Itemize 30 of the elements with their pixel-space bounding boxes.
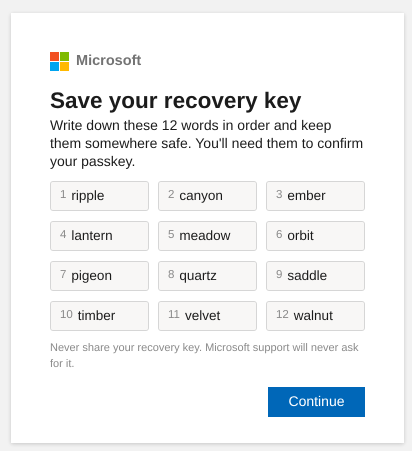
continue-button[interactable]: Continue — [268, 386, 365, 417]
heading: Save your recovery key — [50, 86, 302, 114]
recovery-word: pigeon — [71, 266, 112, 285]
recovery-word: orbit — [287, 226, 314, 245]
word-number: 9 — [276, 268, 282, 284]
word-number: 11 — [168, 308, 180, 324]
word-number: 10 — [60, 308, 73, 324]
word-number: 7 — [60, 268, 66, 284]
recovery-word: ember — [287, 186, 326, 205]
recovery-word: quartz — [179, 266, 217, 285]
word-number: 12 — [276, 308, 289, 324]
word-number: 6 — [276, 228, 282, 244]
recovery-word: walnut — [294, 306, 333, 325]
word-number: 8 — [168, 268, 174, 284]
recovery-word: timber — [78, 306, 116, 325]
word-number: 4 — [60, 228, 66, 244]
description: Write down these 12 words in order and keep them somewhere safe. You'll need them to confirm your passkey. — [50, 116, 364, 170]
word-number: 2 — [168, 188, 174, 204]
recovery-word: saddle — [287, 266, 328, 285]
warning-text: Never share your recovery key. Microsoft support will never ask for it. — [50, 340, 360, 372]
word-number: 1 — [60, 188, 66, 204]
recovery-word: lantern — [71, 226, 113, 245]
recovery-word: velvet — [184, 306, 220, 325]
recovery-word: canyon — [179, 186, 223, 205]
recovery-word: ripple — [71, 186, 104, 205]
brand-name: Microsoft — [76, 52, 142, 71]
word-number: 3 — [276, 188, 282, 204]
word-number: 5 — [168, 228, 174, 244]
recovery-word: meadow — [179, 226, 230, 245]
logo-icon — [50, 52, 69, 72]
